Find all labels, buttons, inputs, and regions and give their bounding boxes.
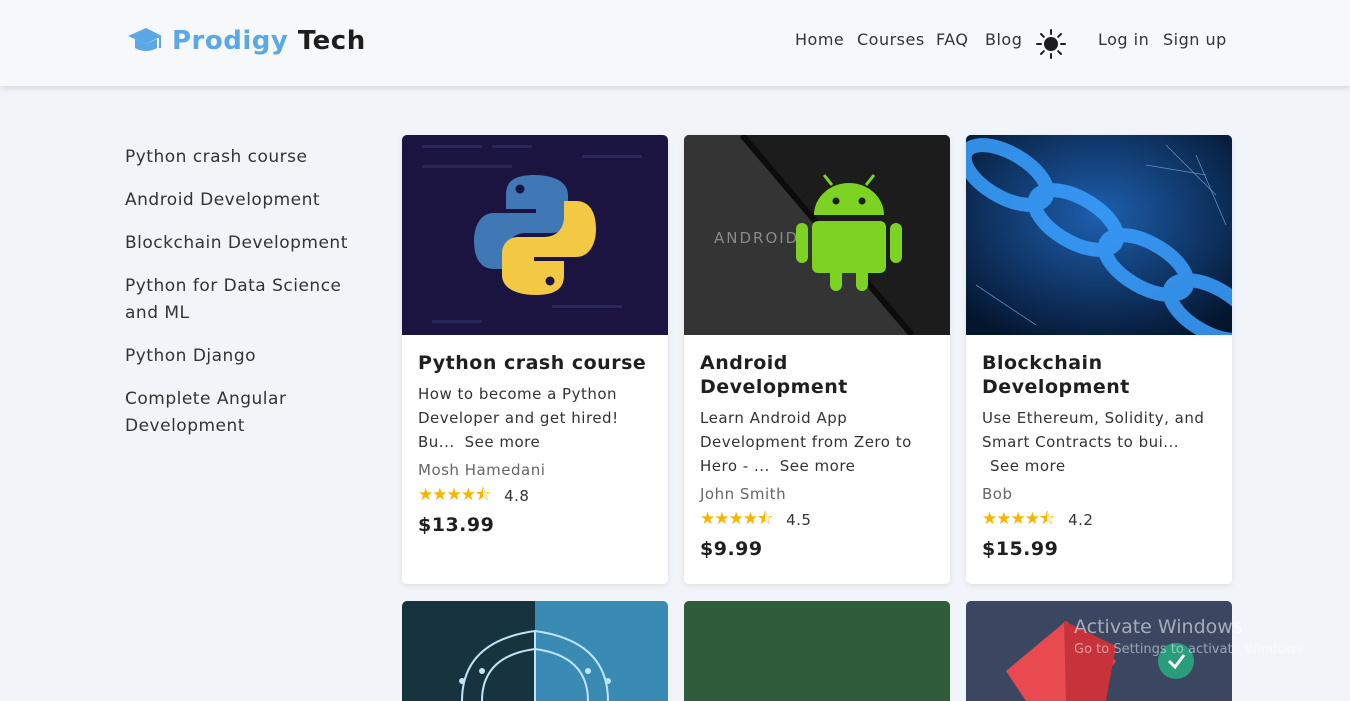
- rating-value: 4.5: [786, 511, 812, 529]
- django-thumbnail-icon: [684, 601, 950, 701]
- star-rating-icon: ★★★★⯪: [700, 508, 773, 529]
- blockchain-chain-icon: [966, 135, 1232, 335]
- course-description-text: Use Ethereum, Solidity, and Smart Contra…: [982, 409, 1205, 451]
- nav-courses[interactable]: Courses: [857, 30, 925, 49]
- python-logo-icon: [422, 145, 642, 323]
- course-author: Bob: [982, 485, 1013, 503]
- course-description: Learn Android App Development from Zero …: [700, 406, 936, 478]
- course-card[interactable]: [402, 601, 668, 701]
- star-rating-icon: ★★★★⯪: [982, 508, 1055, 529]
- nav-blog[interactable]: Blog: [985, 30, 1022, 49]
- brand-name-part2: Tech: [297, 26, 366, 56]
- course-thumbnail-blockchain: [966, 135, 1232, 335]
- course-description: Use Ethereum, Solidity, and Smart Contra…: [982, 406, 1218, 478]
- course-title[interactable]: Python crash course: [418, 351, 654, 375]
- sidebar-item-python-django[interactable]: Python Django: [125, 343, 355, 370]
- course-title[interactable]: Android Development: [700, 351, 936, 399]
- activate-windows-title: Activate Windows: [1074, 616, 1243, 638]
- sidebar-item-blockchain-development[interactable]: Blockchain Development: [125, 230, 355, 257]
- rating-value: 4.8: [504, 487, 530, 505]
- see-more-link[interactable]: See more: [990, 457, 1066, 475]
- nav-home[interactable]: Home: [795, 30, 844, 49]
- course-card[interactable]: ANDROID Android Development Learn Androi…: [684, 135, 950, 584]
- see-more-link[interactable]: See more: [465, 433, 541, 451]
- see-more-link[interactable]: See more: [780, 457, 856, 475]
- course-title[interactable]: Blockchain Development: [982, 351, 1218, 399]
- course-price: $13.99: [418, 514, 495, 536]
- course-thumbnail-android: ANDROID: [684, 135, 950, 335]
- course-author: John Smith: [700, 485, 787, 503]
- android-logo-icon: ANDROID: [684, 135, 950, 335]
- course-price: $9.99: [700, 538, 763, 560]
- course-card[interactable]: Blockchain Development Use Ethereum, Sol…: [966, 135, 1232, 584]
- sidebar-item-python-data-science[interactable]: Python for Data Science and ML: [125, 273, 355, 327]
- course-card-body: Android Development Learn Android App De…: [700, 351, 936, 560]
- brand-logo[interactable]: Prodigy Tech: [126, 24, 366, 58]
- course-card-body: Python crash course How to become a Pyth…: [418, 351, 654, 536]
- brand-name: Prodigy Tech: [172, 26, 366, 56]
- brand-name-part1: Prodigy: [172, 26, 289, 56]
- course-author: Mosh Hamedani: [418, 461, 546, 479]
- course-thumbnail-python: [402, 135, 668, 335]
- nav-faq[interactable]: FAQ: [936, 30, 969, 49]
- data-science-brain-icon: [402, 601, 668, 701]
- graduation-cap-icon: [128, 28, 162, 51]
- sidebar-item-android-development[interactable]: Android Development: [125, 187, 355, 214]
- android-wordmark: ANDROID: [714, 229, 799, 247]
- course-card-body: Blockchain Development Use Ethereum, Sol…: [982, 351, 1218, 560]
- activate-windows-subtitle: Go to Settings to activate Windows.: [1074, 642, 1307, 657]
- star-rating-icon: ★★★★⯪: [418, 484, 491, 505]
- course-price: $15.99: [982, 538, 1059, 560]
- course-card[interactable]: Python crash course How to become a Pyth…: [402, 135, 668, 584]
- top-navbar: Prodigy Tech Home Courses FAQ Blog Log i…: [0, 0, 1350, 86]
- course-card[interactable]: [684, 601, 950, 701]
- course-rating: ★★★★⯪ 4.8: [418, 484, 654, 508]
- signup-link[interactable]: Sign up: [1163, 30, 1227, 49]
- rating-value: 4.2: [1068, 511, 1094, 529]
- sidebar-item-angular-development[interactable]: Complete Angular Development: [125, 386, 355, 440]
- login-link[interactable]: Log in: [1098, 30, 1149, 49]
- course-rating: ★★★★⯪ 4.2: [982, 508, 1218, 532]
- sidebar-item-python-crash-course[interactable]: Python crash course: [125, 144, 355, 171]
- course-description: How to become a Python Developer and get…: [418, 382, 654, 454]
- course-rating: ★★★★⯪ 4.5: [700, 508, 936, 532]
- sun-icon[interactable]: [1036, 29, 1066, 59]
